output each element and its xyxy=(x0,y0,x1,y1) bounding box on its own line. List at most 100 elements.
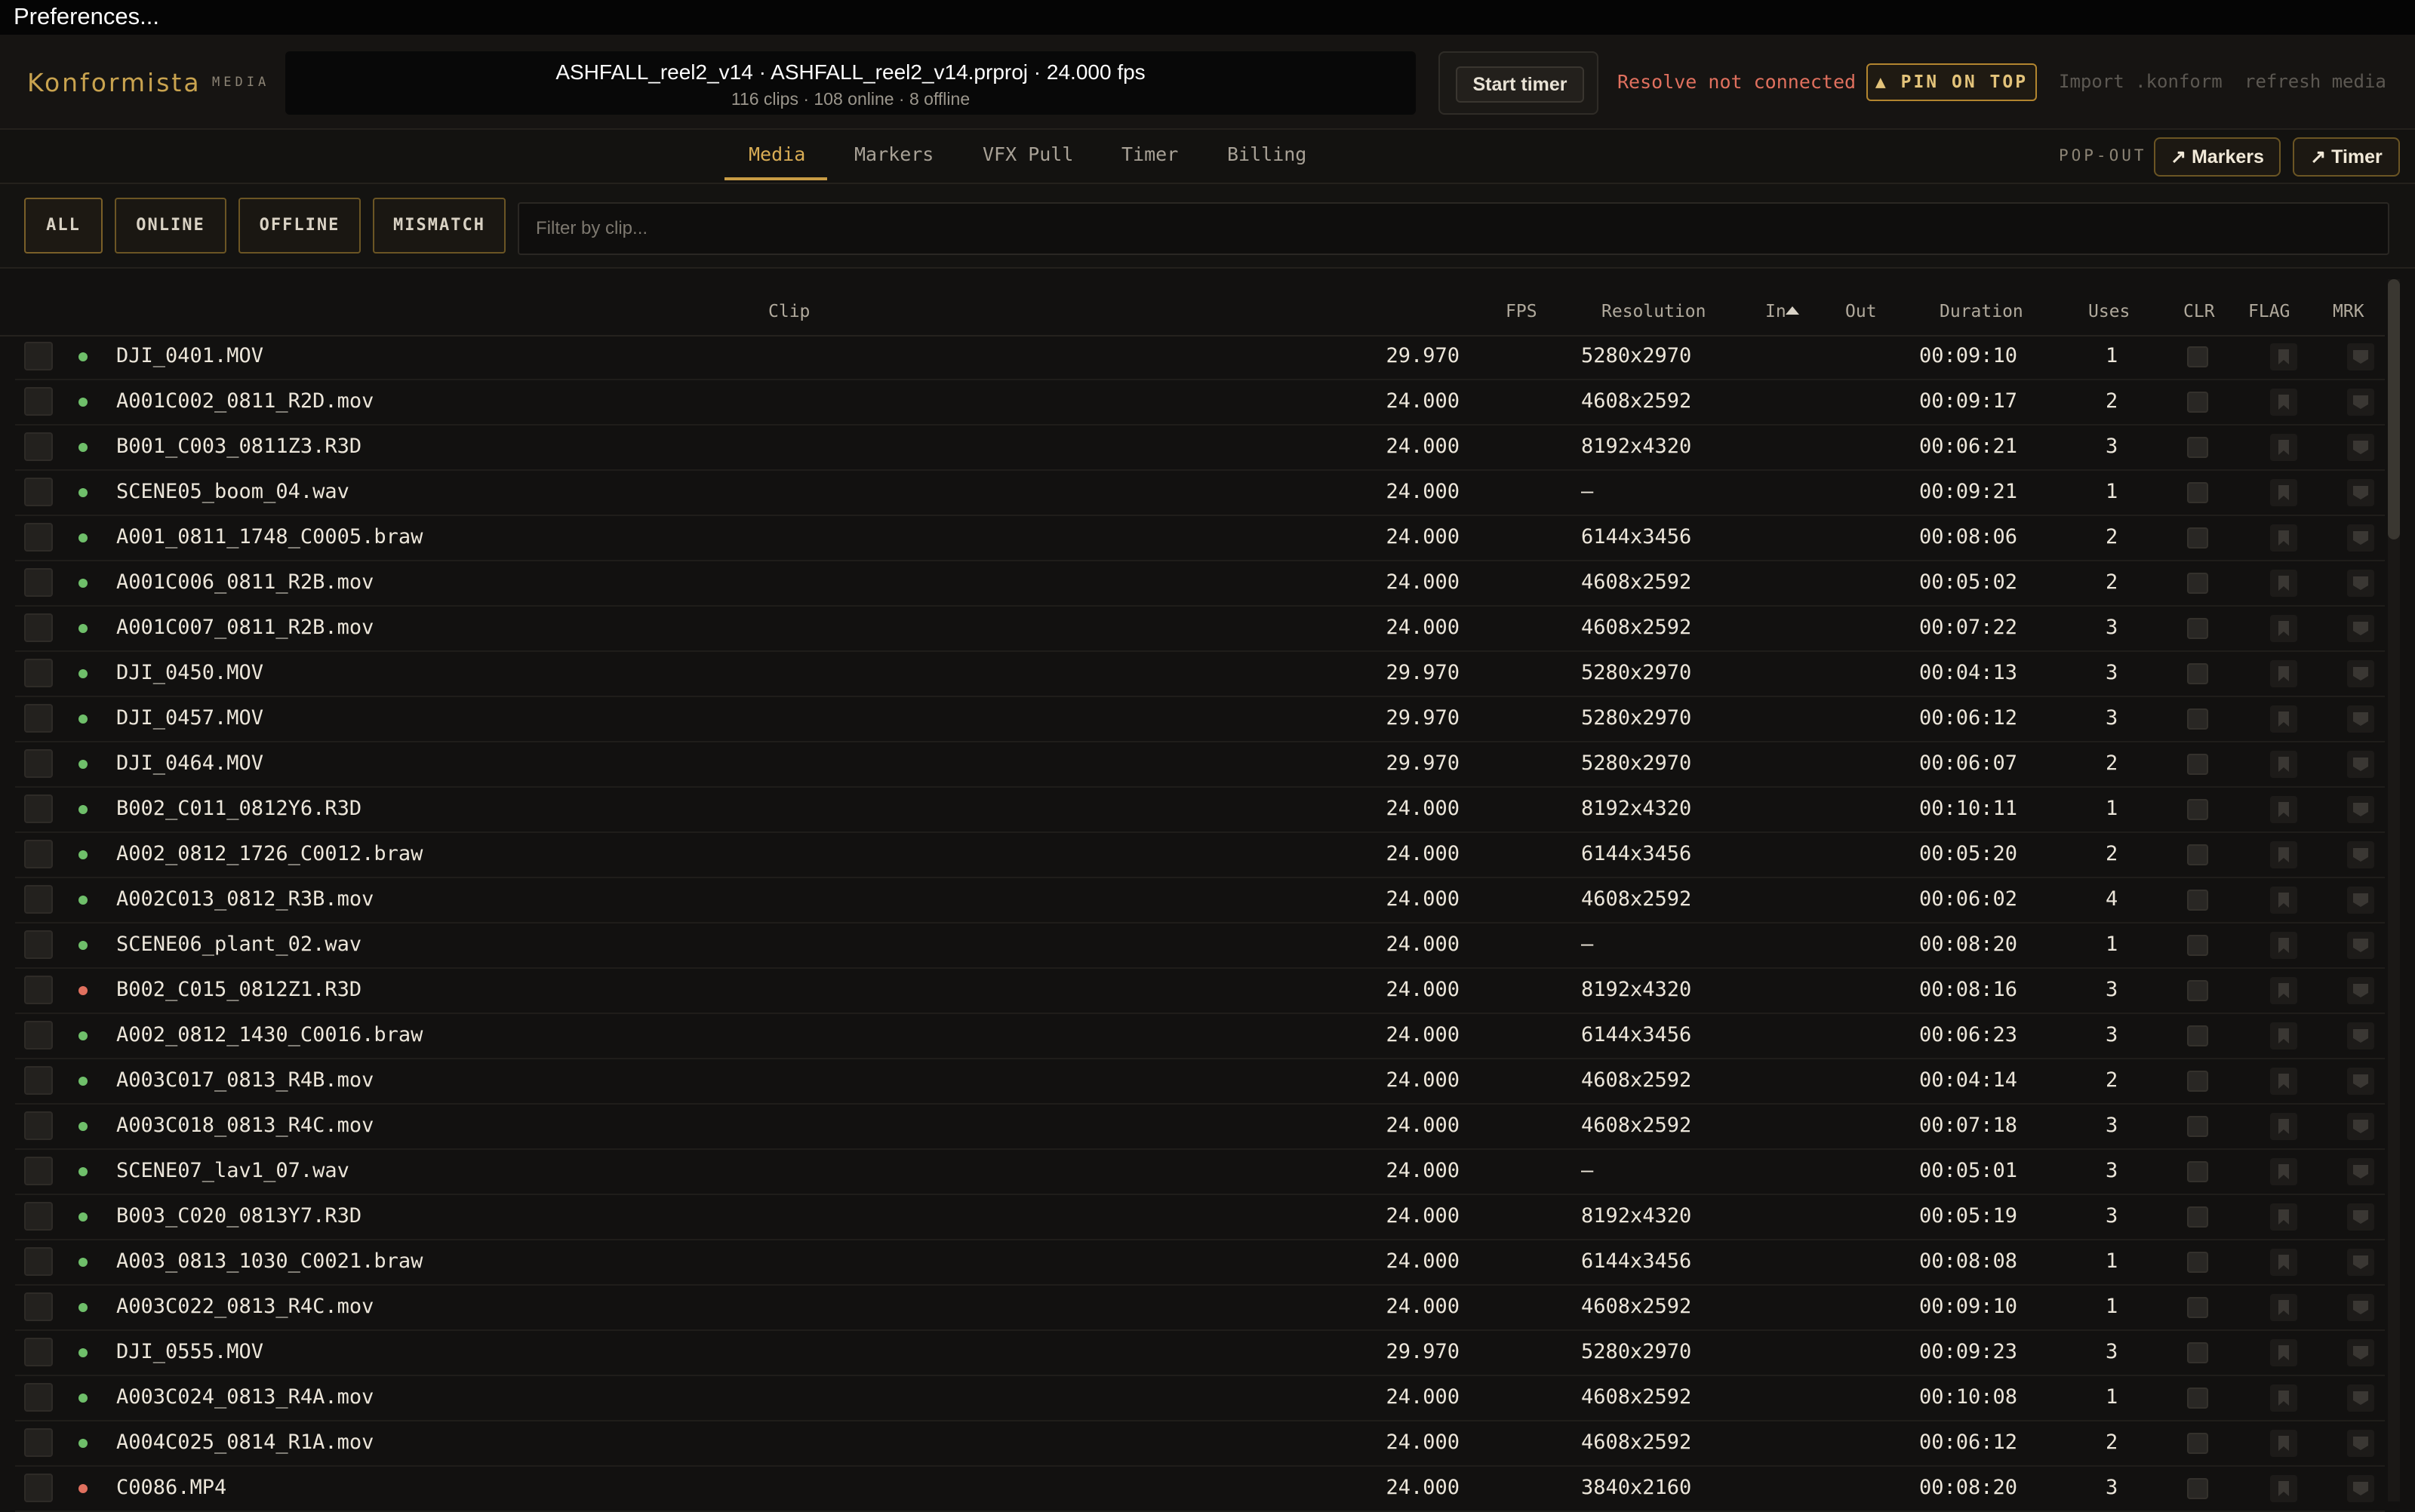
marker-button[interactable] xyxy=(2347,570,2374,597)
row-select-checkbox[interactable] xyxy=(24,1292,53,1321)
row-select-checkbox[interactable] xyxy=(24,1383,53,1412)
flag-button[interactable] xyxy=(2270,1294,2297,1321)
table-row[interactable]: A001_0811_1748_C0005.braw 24.000 6144x3456… xyxy=(15,515,2385,561)
clr-checkbox[interactable] xyxy=(2187,527,2208,549)
tab-billing[interactable]: Billing xyxy=(1227,143,1306,165)
row-select-checkbox[interactable] xyxy=(24,432,53,461)
column-header-fps[interactable]: FPS xyxy=(1506,302,1537,321)
row-select-checkbox[interactable] xyxy=(24,885,53,914)
row-select-checkbox[interactable] xyxy=(24,387,53,416)
table-scrollbar-thumb[interactable] xyxy=(2388,279,2400,539)
row-select-checkbox[interactable] xyxy=(24,794,53,823)
clr-checkbox[interactable] xyxy=(2187,799,2208,820)
marker-button[interactable] xyxy=(2347,434,2374,461)
flag-button[interactable] xyxy=(2270,1022,2297,1049)
marker-button[interactable] xyxy=(2347,1430,2374,1457)
table-row[interactable]: A003C018_0813_R4C.mov 24.000 4608x2592 00:0… xyxy=(15,1103,2385,1150)
flag-button[interactable] xyxy=(2270,570,2297,597)
flag-button[interactable] xyxy=(2270,796,2297,823)
column-header-clip[interactable]: Clip xyxy=(768,302,810,321)
refresh-media-link[interactable]: refresh media xyxy=(2244,71,2386,92)
clr-checkbox[interactable] xyxy=(2187,890,2208,911)
row-select-checkbox[interactable] xyxy=(24,1021,53,1049)
table-row[interactable]: A002_0812_1726_C0012.braw 24.000 6144x3456… xyxy=(15,831,2385,878)
row-select-checkbox[interactable] xyxy=(24,976,53,1004)
clr-checkbox[interactable] xyxy=(2187,1388,2208,1409)
table-row[interactable]: DJI_0450.MOV 29.970 5280x2970 00:04:13 3 xyxy=(15,650,2385,697)
clr-checkbox[interactable] xyxy=(2187,1206,2208,1228)
row-select-checkbox[interactable] xyxy=(24,1066,53,1095)
row-select-checkbox[interactable] xyxy=(24,1157,53,1185)
table-row[interactable]: A003_0813_1030_C0021.braw 24.000 6144x3456… xyxy=(15,1239,2385,1286)
flag-button[interactable] xyxy=(2270,1384,2297,1412)
clr-checkbox[interactable] xyxy=(2187,844,2208,865)
table-row[interactable]: SCENE06_plant_02.wav 24.000 — 00:08:20 1 xyxy=(15,922,2385,969)
clr-checkbox[interactable] xyxy=(2187,1071,2208,1092)
row-select-checkbox[interactable] xyxy=(24,342,53,370)
marker-button[interactable] xyxy=(2347,977,2374,1004)
column-header-resolution[interactable]: Resolution xyxy=(1601,302,1706,321)
flag-button[interactable] xyxy=(2270,1339,2297,1366)
flag-button[interactable] xyxy=(2270,434,2297,461)
table-row[interactable]: DJI_0457.MOV 29.970 5280x2970 00:06:12 3 xyxy=(15,696,2385,742)
clr-checkbox[interactable] xyxy=(2187,482,2208,503)
clr-checkbox[interactable] xyxy=(2187,708,2208,730)
row-select-checkbox[interactable] xyxy=(24,1202,53,1231)
column-header-flag[interactable]: FLAG xyxy=(2248,302,2290,321)
table-row[interactable]: A002C013_0812_R3B.mov 24.000 4608x2592 00:0… xyxy=(15,877,2385,923)
table-row[interactable]: SCENE05_boom_04.wav 24.000 — 00:09:21 1 xyxy=(15,469,2385,516)
clr-checkbox[interactable] xyxy=(2187,1433,2208,1454)
tab-media[interactable]: Media xyxy=(749,143,805,165)
marker-button[interactable] xyxy=(2347,615,2374,642)
menu-preferences[interactable]: Preferences... xyxy=(14,3,159,30)
flag-button[interactable] xyxy=(2270,1249,2297,1276)
marker-button[interactable] xyxy=(2347,1113,2374,1140)
marker-button[interactable] xyxy=(2347,479,2374,506)
marker-button[interactable] xyxy=(2347,841,2374,868)
flag-button[interactable] xyxy=(2270,841,2297,868)
table-row[interactable]: B002_C015_0812Z1.R3D 24.000 8192x4320 00:08… xyxy=(15,967,2385,1014)
filter-all-button[interactable]: ALL xyxy=(24,198,103,254)
clr-checkbox[interactable] xyxy=(2187,392,2208,413)
marker-button[interactable] xyxy=(2347,1249,2374,1276)
flag-button[interactable] xyxy=(2270,1430,2297,1457)
row-select-checkbox[interactable] xyxy=(24,930,53,959)
table-row[interactable]: A001C002_0811_R2D.mov 24.000 4608x2592 00:0… xyxy=(15,379,2385,426)
marker-button[interactable] xyxy=(2347,1294,2374,1321)
marker-button[interactable] xyxy=(2347,705,2374,733)
clr-checkbox[interactable] xyxy=(2187,1116,2208,1137)
clr-checkbox[interactable] xyxy=(2187,346,2208,367)
flag-button[interactable] xyxy=(2270,660,2297,687)
row-select-checkbox[interactable] xyxy=(24,840,53,868)
marker-button[interactable] xyxy=(2347,1203,2374,1231)
column-header-out[interactable]: Out xyxy=(1845,302,1877,321)
row-select-checkbox[interactable] xyxy=(24,1111,53,1140)
table-row[interactable]: DJI_0555.MOV 29.970 5280x2970 00:09:23 3 xyxy=(15,1329,2385,1376)
row-select-checkbox[interactable] xyxy=(24,1247,53,1276)
marker-button[interactable] xyxy=(2347,1158,2374,1185)
column-header-clr[interactable]: CLR xyxy=(2183,302,2215,321)
row-select-checkbox[interactable] xyxy=(24,478,53,506)
popout-markers-button[interactable]: ↗ Markers xyxy=(2154,137,2281,177)
clr-checkbox[interactable] xyxy=(2187,980,2208,1001)
row-select-checkbox[interactable] xyxy=(24,749,53,778)
table-row[interactable]: A002_0812_1430_C0016.braw 24.000 6144x3456… xyxy=(15,1013,2385,1059)
table-row[interactable]: DJI_0464.MOV 29.970 5280x2970 00:06:07 2 xyxy=(15,741,2385,788)
marker-button[interactable] xyxy=(2347,1384,2374,1412)
marker-button[interactable] xyxy=(2347,389,2374,416)
table-row[interactable]: A004C025_0814_R1A.mov 24.000 4608x2592 00:0… xyxy=(15,1420,2385,1467)
clip-filter-input[interactable] xyxy=(518,202,2389,255)
clr-checkbox[interactable] xyxy=(2187,1161,2208,1182)
tab-markers[interactable]: Markers xyxy=(854,143,934,165)
flag-button[interactable] xyxy=(2270,343,2297,370)
marker-button[interactable] xyxy=(2347,660,2374,687)
column-header-mrk[interactable]: MRK xyxy=(2333,302,2364,321)
row-select-checkbox[interactable] xyxy=(24,613,53,642)
clr-checkbox[interactable] xyxy=(2187,573,2208,594)
flag-button[interactable] xyxy=(2270,1068,2297,1095)
clr-checkbox[interactable] xyxy=(2187,1297,2208,1318)
table-row[interactable]: B001_C003_0811Z3.R3D 24.000 8192x4320 00:06… xyxy=(15,424,2385,471)
marker-button[interactable] xyxy=(2347,524,2374,552)
table-row[interactable]: DJI_0401.MOV 29.970 5280x2970 00:09:10 1 xyxy=(15,333,2385,380)
row-select-checkbox[interactable] xyxy=(24,568,53,597)
